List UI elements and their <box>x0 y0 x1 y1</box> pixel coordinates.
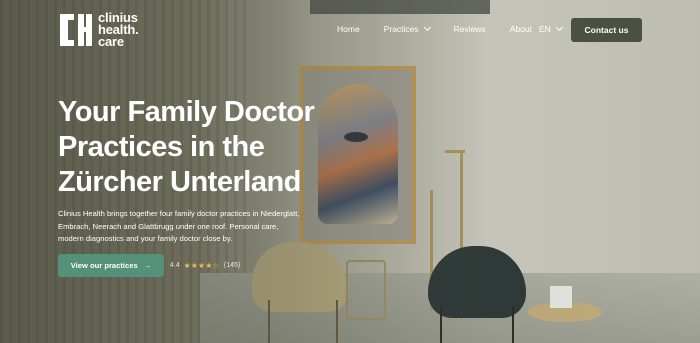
nav-home[interactable]: Home <box>337 24 360 34</box>
nav-practices[interactable]: Practices <box>384 23 431 34</box>
star-rating-icon: ★★★★☆ <box>183 261 220 270</box>
nav-reviews[interactable]: Reviews <box>454 24 486 34</box>
main-nav: Home Practices Reviews About <box>337 23 556 34</box>
hero-description: Clinius Health brings together four fami… <box>58 209 300 243</box>
rating-summary: 4.4 ★★★★☆ (145) <box>170 261 240 270</box>
hero-title: Your Family Doctor Practices in the Zürc… <box>58 96 315 198</box>
rating-score: 4.4 <box>170 262 180 269</box>
chevron-down-icon <box>555 23 563 32</box>
contact-button[interactable]: Contact us <box>571 18 642 42</box>
brand-logo[interactable]: clinius health. care <box>58 10 139 49</box>
logo-mark-icon <box>58 12 94 48</box>
chevron-down-icon <box>423 23 431 32</box>
language-selector[interactable]: EN <box>539 23 563 34</box>
arrow-right-icon: → <box>143 261 152 270</box>
brand-name: clinius health. care <box>98 10 139 49</box>
view-practices-button[interactable]: View our practices → <box>58 254 164 277</box>
nav-about[interactable]: About <box>510 24 532 34</box>
rating-count: (145) <box>223 262 241 269</box>
